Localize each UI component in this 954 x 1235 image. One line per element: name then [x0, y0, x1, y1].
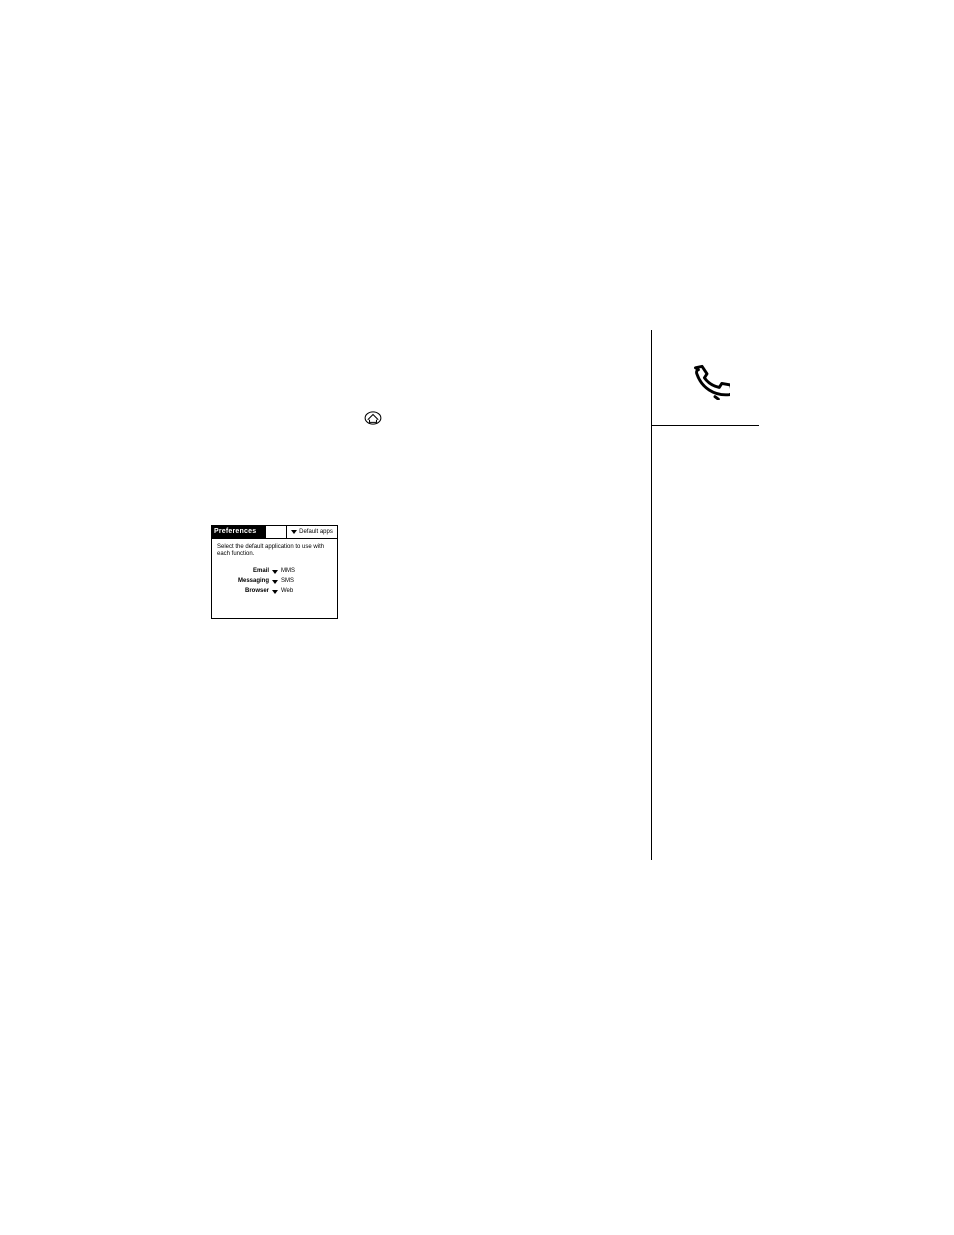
- preferences-body: Select the default application to use wi…: [212, 539, 337, 618]
- chevron-down-icon: [291, 530, 297, 534]
- prefs-row-email: Email MMS: [217, 567, 332, 576]
- preferences-panel: Preferences Default apps Select the defa…: [211, 525, 338, 619]
- sidebar-divider: [651, 425, 759, 426]
- prefs-value: Web: [281, 587, 293, 596]
- preferences-header: Preferences Default apps: [212, 526, 337, 539]
- chevron-down-icon[interactable]: [272, 580, 278, 584]
- prefs-label: Messaging: [217, 577, 269, 586]
- preferences-instruction: Select the default application to use wi…: [217, 544, 332, 558]
- prefs-value: SMS: [281, 577, 294, 586]
- home-icon: [364, 411, 382, 425]
- prefs-row-messaging: Messaging SMS: [217, 577, 332, 586]
- chevron-down-icon[interactable]: [272, 570, 278, 574]
- chevron-down-icon[interactable]: [272, 590, 278, 594]
- prefs-row-browser: Browser Web: [217, 587, 332, 596]
- prefs-value: MMS: [281, 567, 295, 576]
- prefs-label: Browser: [217, 587, 269, 596]
- dropdown-label: Default apps: [299, 526, 333, 538]
- prefs-label: Email: [217, 567, 269, 576]
- preferences-title: Preferences: [212, 526, 266, 538]
- phone-icon: [690, 360, 730, 405]
- default-apps-dropdown[interactable]: Default apps: [286, 526, 337, 538]
- vertical-divider: [651, 330, 652, 860]
